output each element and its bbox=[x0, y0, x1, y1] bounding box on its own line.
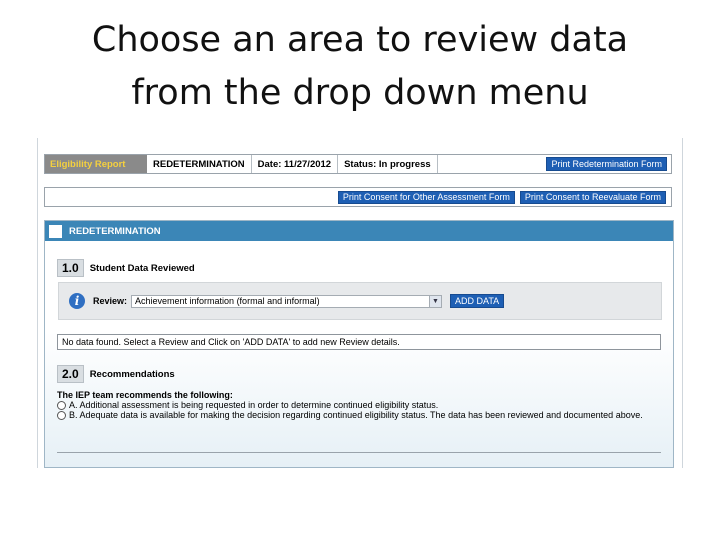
report-date: Date: 11/27/2012 bbox=[252, 155, 339, 173]
app-screenshot: Eligibility Report REDETERMINATION Date:… bbox=[37, 138, 683, 468]
redetermination-label: REDETERMINATION bbox=[147, 155, 252, 173]
eligibility-report-tab[interactable]: Eligibility Report bbox=[45, 155, 147, 173]
review-selector-panel: i Review: Achievement information (forma… bbox=[58, 282, 662, 320]
section-title: REDETERMINATION bbox=[69, 225, 161, 237]
recommendations-number: 2.0 bbox=[57, 365, 84, 383]
section-title-bar: REDETERMINATION bbox=[45, 221, 673, 241]
student-data-heading: 1.0 Student Data Reviewed bbox=[57, 259, 195, 277]
option-b-radio[interactable] bbox=[57, 411, 66, 420]
option-a-label: A. Additional assessment is being reques… bbox=[69, 400, 439, 410]
option-b-label: B. Adequate data is available for making… bbox=[69, 410, 643, 420]
student-data-number: 1.0 bbox=[57, 259, 84, 277]
recommendations-heading: 2.0 Recommendations bbox=[57, 365, 175, 383]
print-consent-other-assessment-button[interactable]: Print Consent for Other Assessment Form bbox=[337, 190, 515, 204]
print-redetermination-form-button[interactable]: Print Redetermination Form bbox=[546, 157, 667, 171]
collapse-square-icon[interactable] bbox=[49, 224, 62, 238]
print-consent-reevaluate-button[interactable]: Print Consent to Reevaluate Form bbox=[519, 190, 666, 204]
header-spacer bbox=[438, 155, 547, 173]
option-a-radio[interactable] bbox=[57, 401, 66, 410]
recommendations-label: Recommendations bbox=[89, 368, 175, 380]
option-b-row[interactable]: B. Adequate data is available for making… bbox=[57, 410, 657, 420]
iep-recommendations: The IEP team recommends the following: A… bbox=[57, 390, 657, 420]
report-header-bar: Eligibility Report REDETERMINATION Date:… bbox=[44, 154, 672, 174]
add-data-button[interactable]: ADD DATA bbox=[450, 294, 505, 308]
section-divider bbox=[57, 452, 661, 453]
student-data-label: Student Data Reviewed bbox=[89, 262, 195, 274]
chevron-down-icon[interactable]: ▼ bbox=[429, 295, 442, 307]
option-a-row[interactable]: A. Additional assessment is being reques… bbox=[57, 400, 657, 410]
slide-title-line2: from the drop down menu bbox=[131, 73, 589, 113]
review-dropdown[interactable]: Achievement information (formal and info… bbox=[131, 294, 443, 308]
print-consent-toolbar: Print Consent for Other Assessment Form … bbox=[44, 187, 672, 207]
review-label: Review: bbox=[93, 296, 128, 306]
redetermination-section: REDETERMINATION 1.0 Student Data Reviewe… bbox=[44, 220, 674, 468]
slide-title-line1: Choose an area to review data bbox=[91, 20, 629, 60]
info-icon: i bbox=[69, 293, 85, 309]
slide-title: Choose an area to review data from the d… bbox=[0, 14, 720, 120]
report-status: Status: In progress bbox=[338, 155, 438, 173]
no-data-message: No data found. Select a Review and Click… bbox=[57, 334, 661, 350]
review-dropdown-value: Achievement information (formal and info… bbox=[135, 296, 320, 306]
iep-heading: The IEP team recommends the following: bbox=[57, 390, 233, 400]
